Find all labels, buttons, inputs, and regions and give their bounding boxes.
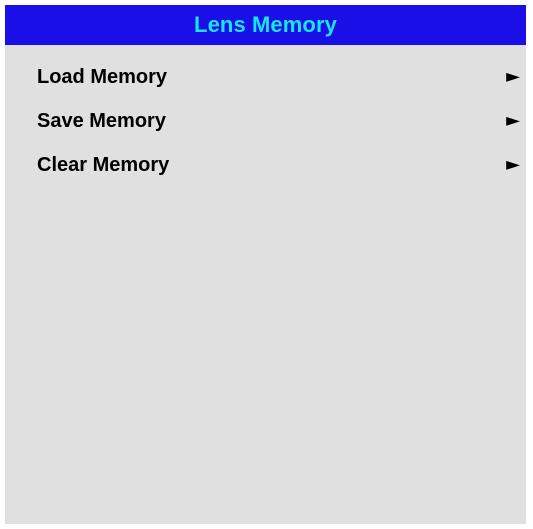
- lens-memory-menu-panel: Lens Memory Load Memory ► Save Memory ► …: [5, 5, 526, 524]
- menu-item-save-memory[interactable]: Save Memory ►: [5, 99, 526, 143]
- menu-item-clear-memory[interactable]: Clear Memory ►: [5, 143, 526, 187]
- menu-item-label: Save Memory: [37, 109, 166, 132]
- submenu-arrow-icon: ►: [506, 110, 520, 131]
- menu-item-label: Clear Memory: [37, 153, 170, 176]
- submenu-arrow-icon: ►: [506, 66, 520, 87]
- menu-item-load-memory[interactable]: Load Memory ►: [5, 55, 526, 99]
- menu-list: Load Memory ► Save Memory ► Clear Memory…: [5, 55, 526, 187]
- menu-title: Lens Memory: [194, 12, 337, 37]
- submenu-arrow-icon: ►: [506, 154, 520, 175]
- menu-item-label: Load Memory: [37, 65, 168, 88]
- title-bar: Lens Memory: [5, 5, 526, 45]
